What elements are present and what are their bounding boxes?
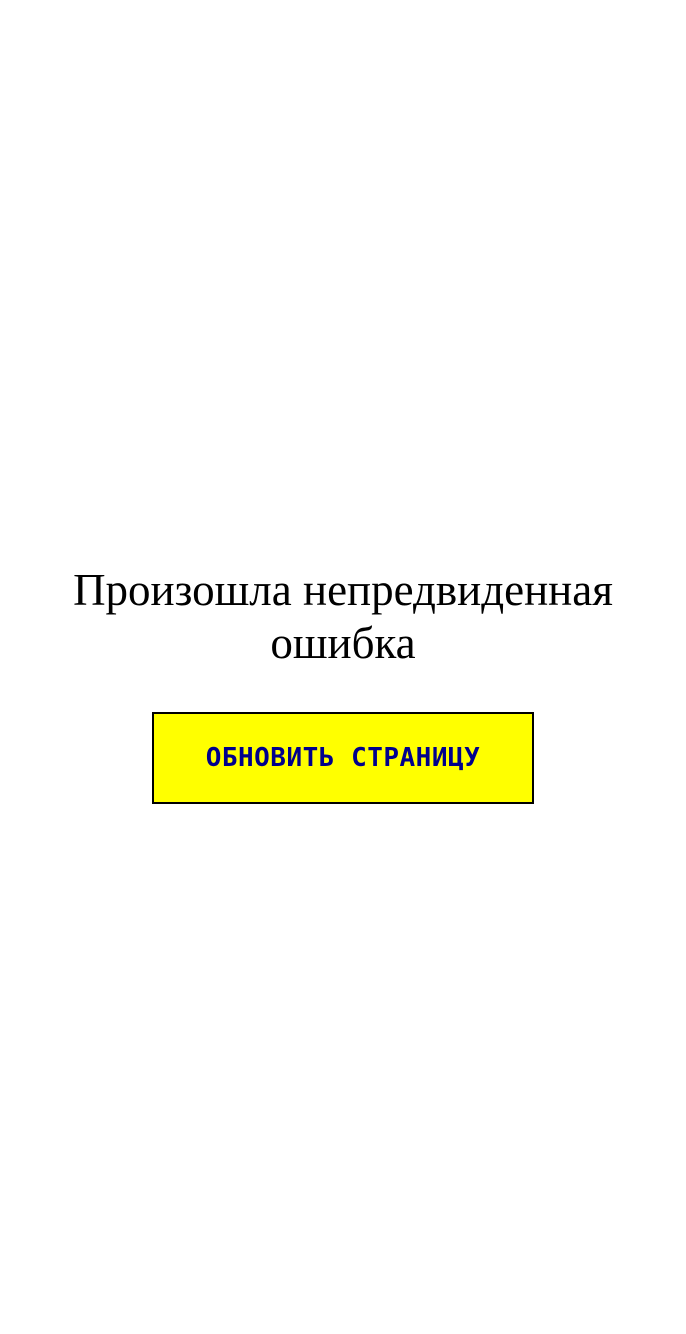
error-message: Произошла непредвиденная ошибка bbox=[73, 565, 613, 668]
reload-page-button[interactable]: ОБНОВИТЬ СТРАНИЦУ bbox=[152, 712, 534, 804]
error-page: Произошла непредвиденная ошибка ОБНОВИТЬ… bbox=[0, 0, 686, 1334]
error-container: Произошла непредвиденная ошибка ОБНОВИТЬ… bbox=[0, 564, 686, 804]
